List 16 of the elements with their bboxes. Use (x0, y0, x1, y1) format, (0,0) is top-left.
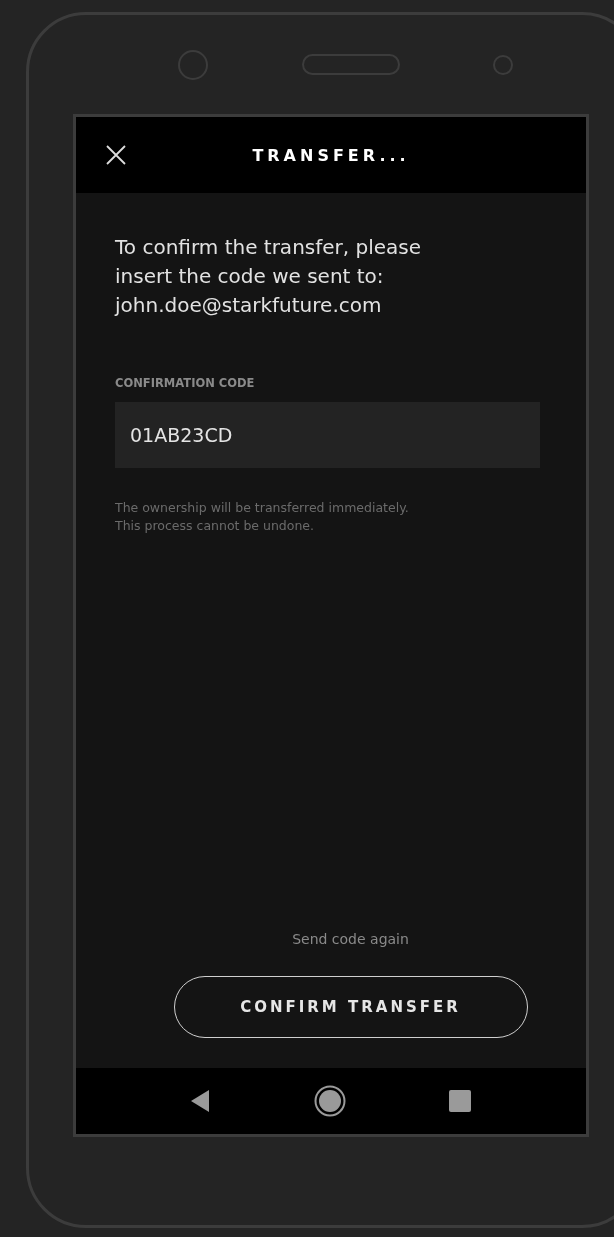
warning-note: The ownership will be transferred immediately. This process cannot be undone. (115, 499, 410, 535)
home-button[interactable] (314, 1085, 346, 1117)
close-icon (105, 144, 127, 166)
sensor-icon (493, 54, 513, 75)
code-input-field[interactable]: 01AB23CD (115, 402, 540, 468)
instruction-text: To confirm the transfer, please insert the code we sent to: john.doe@starkfuture.com (115, 234, 423, 319)
square-icon (449, 1090, 471, 1112)
header-title: TRANSFER... (252, 145, 410, 165)
speaker-icon (301, 54, 400, 75)
camera-icon (178, 49, 208, 80)
back-icon (189, 1089, 211, 1113)
home-icon (314, 1085, 346, 1117)
close-button[interactable] (105, 144, 127, 166)
field-label: CONFIRMATION CODE (115, 376, 256, 390)
send-again-link[interactable]: Send code again (292, 931, 409, 947)
back-button[interactable] (189, 1089, 211, 1113)
